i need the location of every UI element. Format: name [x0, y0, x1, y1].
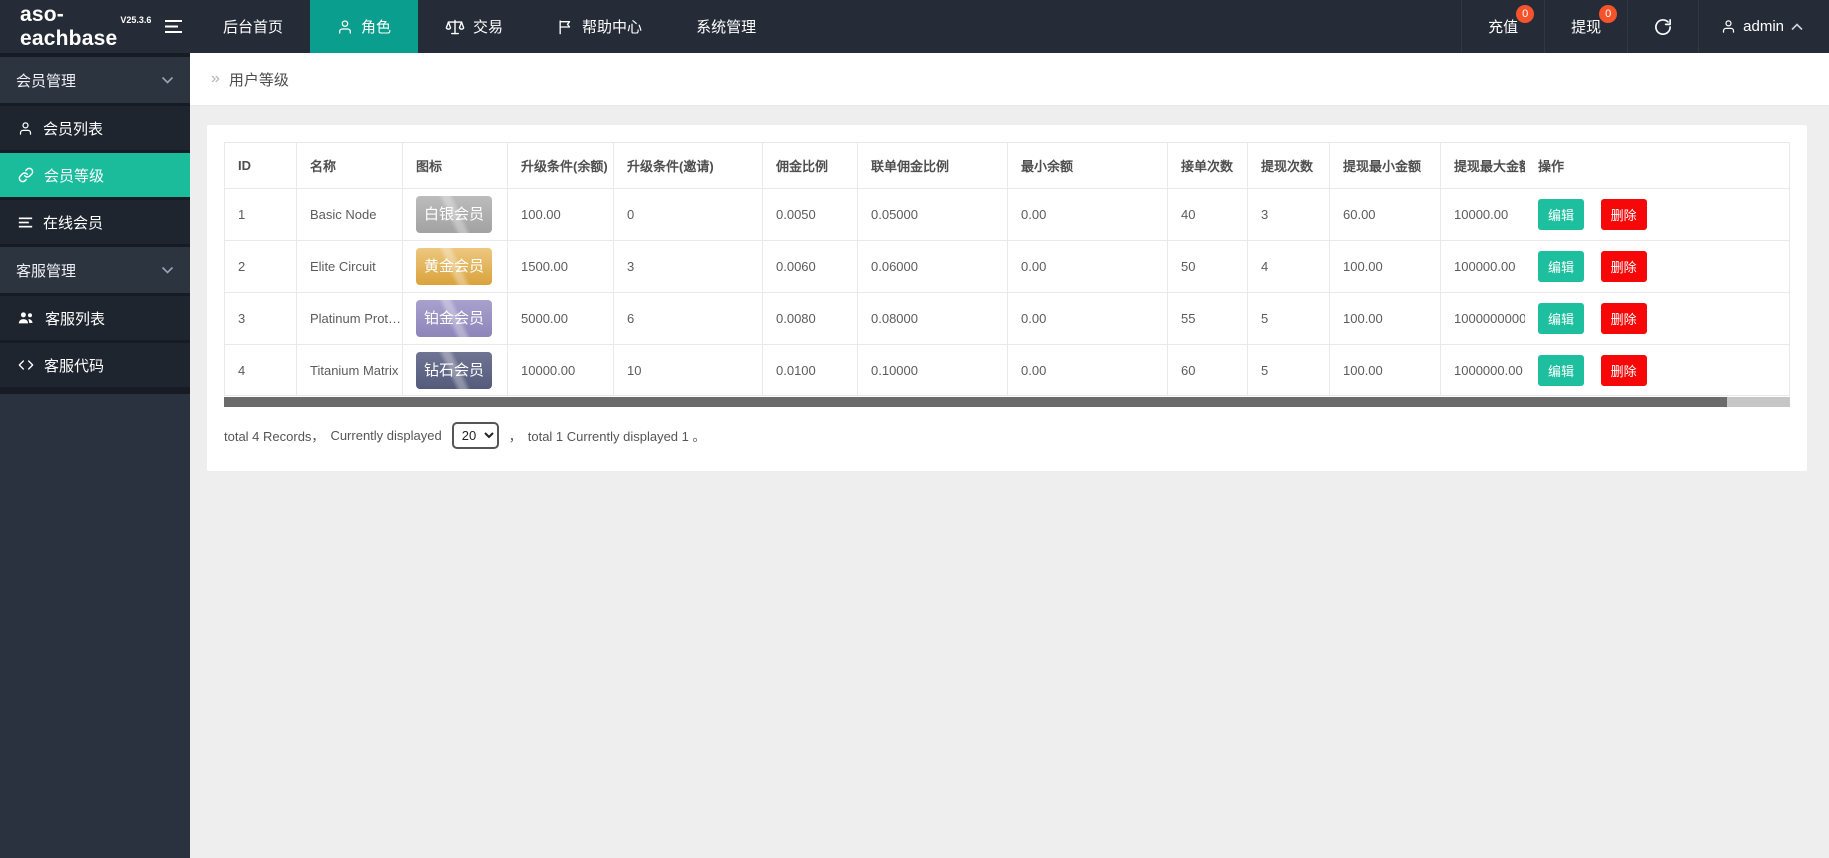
chevron-down-icon: [161, 76, 174, 84]
brand-name: aso-eachbase: [20, 3, 117, 51]
sidebar: 会员管理 会员列表 会员等级 在线会: [0, 53, 190, 858]
delete-button[interactable]: 删除: [1601, 303, 1647, 334]
refresh-button[interactable]: [1627, 0, 1698, 53]
level-badge: 铂金会员: [416, 300, 492, 337]
breadcrumb-separator-icon: »: [211, 70, 220, 88]
scales-icon: [445, 18, 465, 36]
col-header-name: 名称: [296, 142, 402, 188]
user-menu[interactable]: admin: [1698, 0, 1829, 53]
scrollbar-thumb[interactable]: [224, 397, 1727, 407]
footer-separator: ，: [509, 426, 522, 445]
user-icon: [337, 19, 353, 35]
table-row: 3 Platinum Prot… 铂金会员 5000.00 6 0.0080 0…: [224, 292, 1790, 344]
table-header-row: ID 名称 图标 升级条件(余额) 升级条件(邀请) 佣金比例 联单佣金比例 最…: [224, 142, 1790, 188]
member-level-table: ID 名称 图标 升级条件(余额) 升级条件(邀请) 佣金比例 联单佣金比例 最…: [224, 142, 1790, 396]
sidebar-item-online-members[interactable]: 在线会员: [0, 200, 190, 244]
admin-app: aso-eachbase V25.3.6 后台首页 角色 交易: [0, 0, 1829, 858]
topbar: aso-eachbase V25.3.6 后台首页 角色 交易: [0, 0, 1829, 53]
page-title: 用户等级: [229, 69, 289, 90]
sidebar-item-support-code[interactable]: 客服代码: [0, 343, 190, 387]
page-size-select[interactable]: 20: [452, 422, 499, 449]
pagination-footer: total 4 Records， Currently displayed 20 …: [224, 422, 1790, 449]
chevron-up-icon: [1791, 23, 1803, 31]
col-header-icon: 图标: [402, 142, 507, 188]
page-info-text: total 1 Currently displayed 1 。: [528, 426, 706, 445]
col-header-id: ID: [224, 142, 296, 188]
table-scroll-area: ID 名称 图标 升级条件(余额) 升级条件(邀请) 佣金比例 联单佣金比例 最…: [224, 142, 1790, 396]
main-content: » 用户等级 ID 名称 图: [190, 53, 1829, 858]
top-menu-roles[interactable]: 角色: [310, 0, 418, 53]
col-header-withdraw-min: 提现最小金额: [1329, 142, 1440, 188]
records-total-text: total 4 Records，: [224, 426, 324, 445]
displayed-label: Currently displayed: [330, 428, 441, 443]
col-header-actions: 操作: [1525, 142, 1790, 188]
users-icon: [18, 311, 35, 325]
sidebar-toggle-button[interactable]: [150, 0, 196, 53]
col-header-order-count: 接单次数: [1167, 142, 1247, 188]
level-badge: 黄金会员: [416, 248, 492, 285]
table-panel: ID 名称 图标 升级条件(余额) 升级条件(邀请) 佣金比例 联单佣金比例 最…: [207, 125, 1807, 471]
table-row: 1 Basic Node 白银会员 100.00 0 0.0050 0.0500…: [224, 188, 1790, 240]
level-badge: 白银会员: [416, 196, 492, 233]
recharge-count-badge: 0: [1516, 5, 1534, 23]
table-body: 1 Basic Node 白银会员 100.00 0 0.0050 0.0500…: [224, 188, 1790, 396]
sidebar-menu: 会员管理 会员列表 会员等级 在线会: [0, 53, 190, 394]
horizontal-scrollbar[interactable]: [224, 397, 1790, 407]
app-logo: aso-eachbase V25.3.6: [0, 0, 150, 53]
withdraw-count-badge: 0: [1599, 5, 1617, 23]
withdraw-button[interactable]: 提现 0: [1544, 0, 1627, 53]
delete-button[interactable]: 删除: [1601, 251, 1647, 282]
version-label: V25.3.6: [120, 15, 151, 25]
col-header-commission: 佣金比例: [762, 142, 857, 188]
list-icon: [18, 216, 33, 229]
hamburger-icon: [164, 19, 183, 34]
username: admin: [1743, 18, 1784, 35]
link-icon: [18, 167, 34, 183]
delete-button[interactable]: 删除: [1601, 355, 1647, 386]
flag-icon: [557, 19, 574, 35]
col-header-chain-commission: 联单佣金比例: [857, 142, 1007, 188]
table-row: 2 Elite Circuit 黄金会员 1500.00 3 0.0060 0.…: [224, 240, 1790, 292]
delete-button[interactable]: 删除: [1601, 199, 1647, 230]
chevron-down-icon: [161, 266, 174, 274]
top-menu-trades[interactable]: 交易: [418, 0, 530, 53]
col-header-withdraw-count: 提现次数: [1247, 142, 1329, 188]
level-badge: 钻石会员: [416, 352, 492, 389]
code-icon: [18, 359, 34, 371]
edit-button[interactable]: 编辑: [1538, 199, 1584, 230]
topbar-right: 充值 0 提现 0 admin: [1461, 0, 1829, 53]
sidebar-group-member-management[interactable]: 会员管理: [0, 57, 190, 103]
sidebar-item-member-level[interactable]: 会员等级: [0, 153, 190, 197]
refresh-icon: [1654, 18, 1672, 36]
recharge-button[interactable]: 充值 0: [1461, 0, 1544, 53]
col-header-min-balance: 最小余额: [1007, 142, 1167, 188]
edit-button[interactable]: 编辑: [1538, 303, 1584, 334]
sidebar-item-support-list[interactable]: 客服列表: [0, 296, 190, 340]
sidebar-item-member-list[interactable]: 会员列表: [0, 106, 190, 150]
user-icon: [18, 121, 33, 136]
top-menu-system[interactable]: 系统管理: [669, 0, 783, 53]
col-header-upgrade-invite: 升级条件(邀请): [613, 142, 762, 188]
top-menu: 后台首页 角色 交易 帮助中心 系统管理: [196, 0, 783, 53]
sidebar-group-support-management[interactable]: 客服管理: [0, 247, 190, 293]
table-row: 4 Titanium Matrix 钻石会员 10000.00 10 0.010…: [224, 344, 1790, 396]
edit-button[interactable]: 编辑: [1538, 355, 1584, 386]
top-menu-help-center[interactable]: 帮助中心: [530, 0, 669, 53]
user-icon: [1721, 19, 1736, 34]
edit-button[interactable]: 编辑: [1538, 251, 1584, 282]
top-menu-dashboard[interactable]: 后台首页: [196, 0, 310, 53]
breadcrumb: » 用户等级: [190, 53, 1829, 106]
col-header-upgrade-balance: 升级条件(余额): [507, 142, 613, 188]
